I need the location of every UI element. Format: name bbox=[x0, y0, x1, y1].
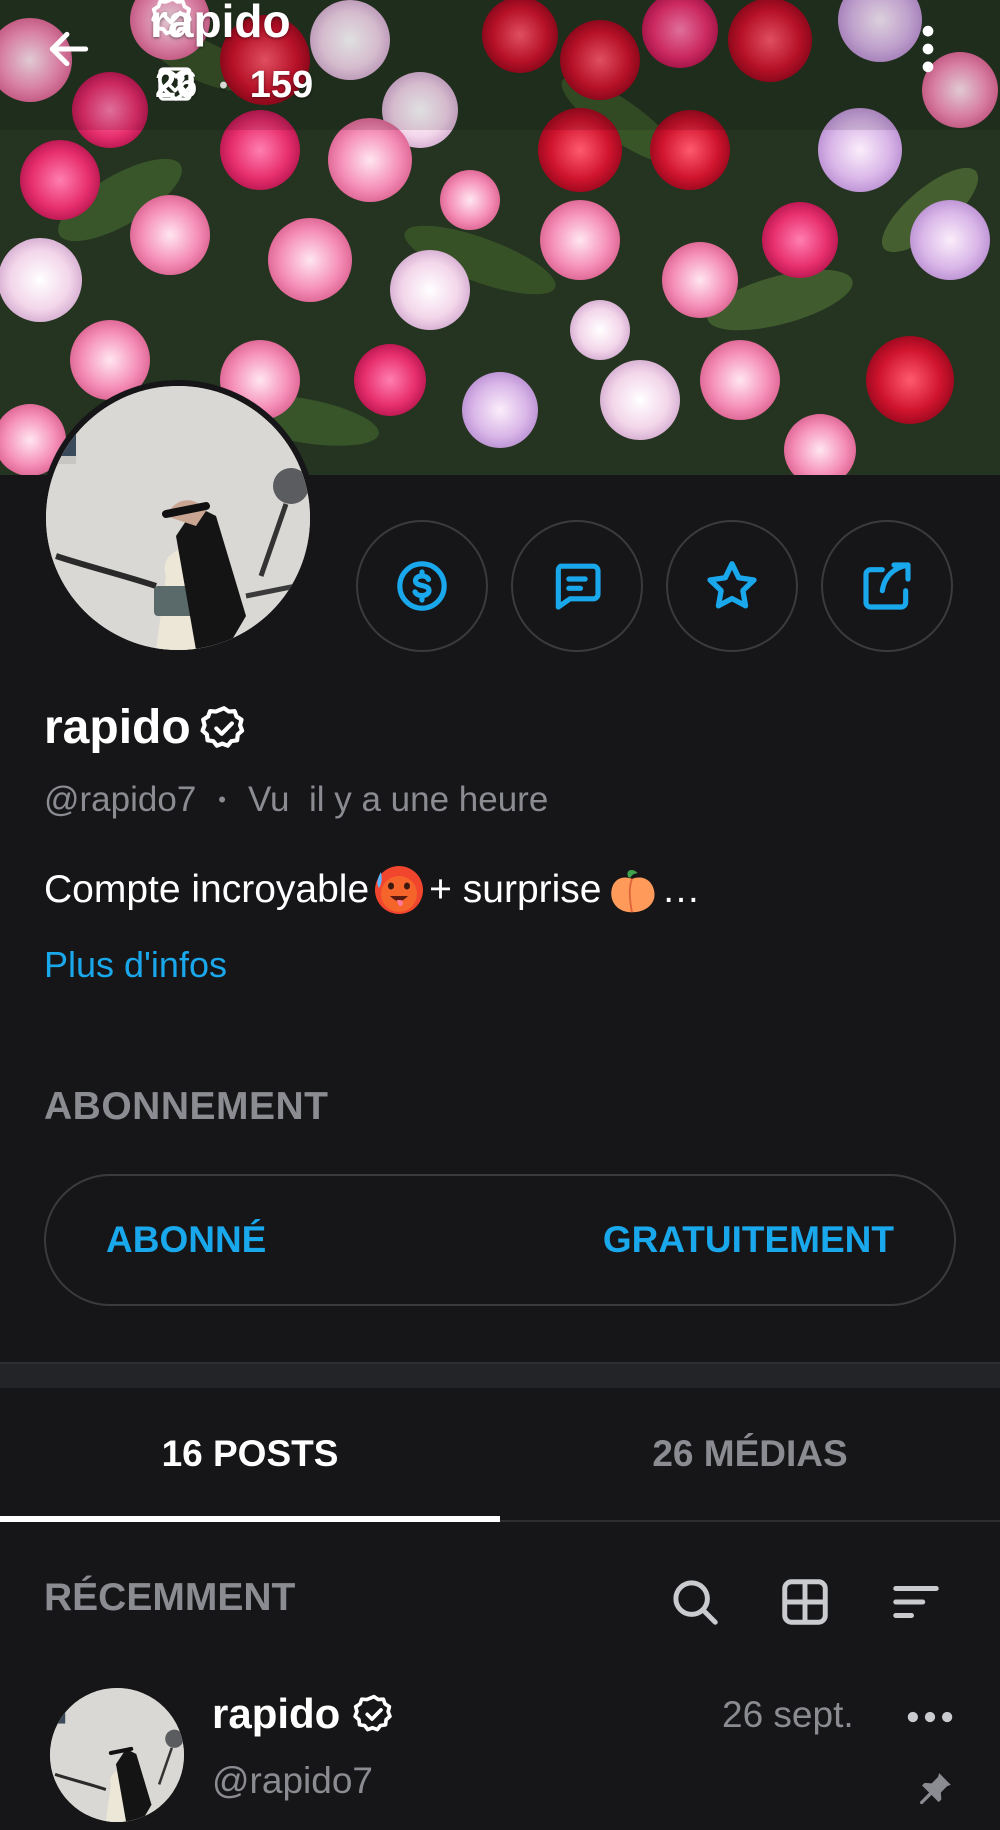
bio-text-1: Compte incroyable bbox=[44, 868, 370, 911]
subscription-status: ABONNÉ bbox=[106, 1219, 267, 1260]
likes-stat: 159 bbox=[158, 64, 314, 107]
profile-meta: @rapido7 • Vu il y a une heure bbox=[44, 780, 548, 820]
subscribe-button[interactable]: ABONNÉ GRATUITEMENT bbox=[44, 1174, 956, 1306]
grid-icon bbox=[782, 1579, 828, 1625]
tab-posts[interactable]: 16 POSTS bbox=[0, 1388, 500, 1522]
star-icon bbox=[707, 561, 757, 609]
sort-icon bbox=[893, 1586, 939, 1618]
heart-icon bbox=[158, 70, 194, 101]
top-bar: rapido 26 • 159 bbox=[0, 0, 1000, 120]
arrow-left-icon bbox=[49, 31, 89, 67]
post-date: 26 sept. bbox=[722, 1694, 854, 1735]
subscription-section-title: ABONNEMENT bbox=[44, 1085, 329, 1128]
hot-face-emoji-icon bbox=[375, 866, 424, 914]
profile-avatar[interactable] bbox=[40, 380, 316, 656]
back-button[interactable] bbox=[44, 24, 100, 80]
profile-bio: Compte incroyable + surprise … bbox=[44, 864, 701, 916]
post-display-name: rapido bbox=[212, 1690, 341, 1737]
profile-name: rapido bbox=[44, 700, 249, 755]
search-icon bbox=[673, 1580, 718, 1625]
bio-ellipsis: … bbox=[661, 868, 701, 911]
dollar-circle-icon bbox=[397, 561, 447, 611]
sort-button[interactable] bbox=[886, 1572, 946, 1632]
topbar-stats: 26 • 159 bbox=[155, 64, 313, 107]
post-author-name: rapido bbox=[212, 1690, 396, 1738]
last-seen: Vu il y a une heure bbox=[248, 780, 549, 819]
likes-count: 159 bbox=[249, 64, 314, 106]
tab-media[interactable]: 26 MÉDIAS bbox=[500, 1388, 1000, 1520]
subscription-price: GRATUITEMENT bbox=[602, 1219, 894, 1260]
more-vertical-icon bbox=[922, 25, 934, 73]
feed-header: RÉCEMMENT bbox=[0, 1556, 1000, 1646]
topbar-title: rapido bbox=[150, 0, 291, 48]
stats-separator: • bbox=[219, 71, 228, 99]
post-author-handle: @rapido7 bbox=[212, 1760, 373, 1801]
profile-actions bbox=[356, 520, 953, 652]
grid-view-button[interactable] bbox=[775, 1572, 835, 1632]
avatar-image bbox=[46, 386, 310, 650]
post-avatar[interactable] bbox=[50, 1688, 184, 1822]
more-horizontal-icon bbox=[907, 1711, 953, 1723]
meta-separator: • bbox=[218, 787, 226, 812]
more-info-link[interactable]: Plus d'infos bbox=[44, 944, 227, 986]
post-item[interactable]: rapido @rapido7 26 sept. bbox=[0, 1680, 1000, 1830]
tip-button[interactable] bbox=[356, 520, 488, 652]
section-divider bbox=[0, 1362, 1000, 1388]
pinned-indicator bbox=[912, 1766, 958, 1812]
favorite-button[interactable] bbox=[666, 520, 798, 652]
message-icon bbox=[555, 563, 601, 610]
verified-icon bbox=[353, 1694, 393, 1732]
sort-label: RÉCEMMENT bbox=[44, 1576, 296, 1619]
content-tabs: 16 POSTS 26 MÉDIAS bbox=[0, 1388, 1000, 1522]
message-button[interactable] bbox=[511, 520, 643, 652]
post-more-button[interactable] bbox=[900, 1692, 960, 1742]
profile-display-name: rapido bbox=[44, 701, 191, 754]
peach-emoji-icon bbox=[610, 870, 655, 913]
search-button[interactable] bbox=[665, 1572, 725, 1632]
avatar-image bbox=[50, 1688, 184, 1822]
share-button[interactable] bbox=[821, 520, 953, 652]
bio-text-2: + surprise bbox=[429, 868, 602, 911]
more-options-button[interactable] bbox=[920, 24, 960, 80]
pin-icon bbox=[920, 1773, 951, 1805]
verified-icon bbox=[151, 0, 192, 36]
verified-icon bbox=[200, 705, 244, 748]
share-icon bbox=[863, 562, 911, 610]
profile-handle: @rapido7 bbox=[44, 780, 197, 819]
